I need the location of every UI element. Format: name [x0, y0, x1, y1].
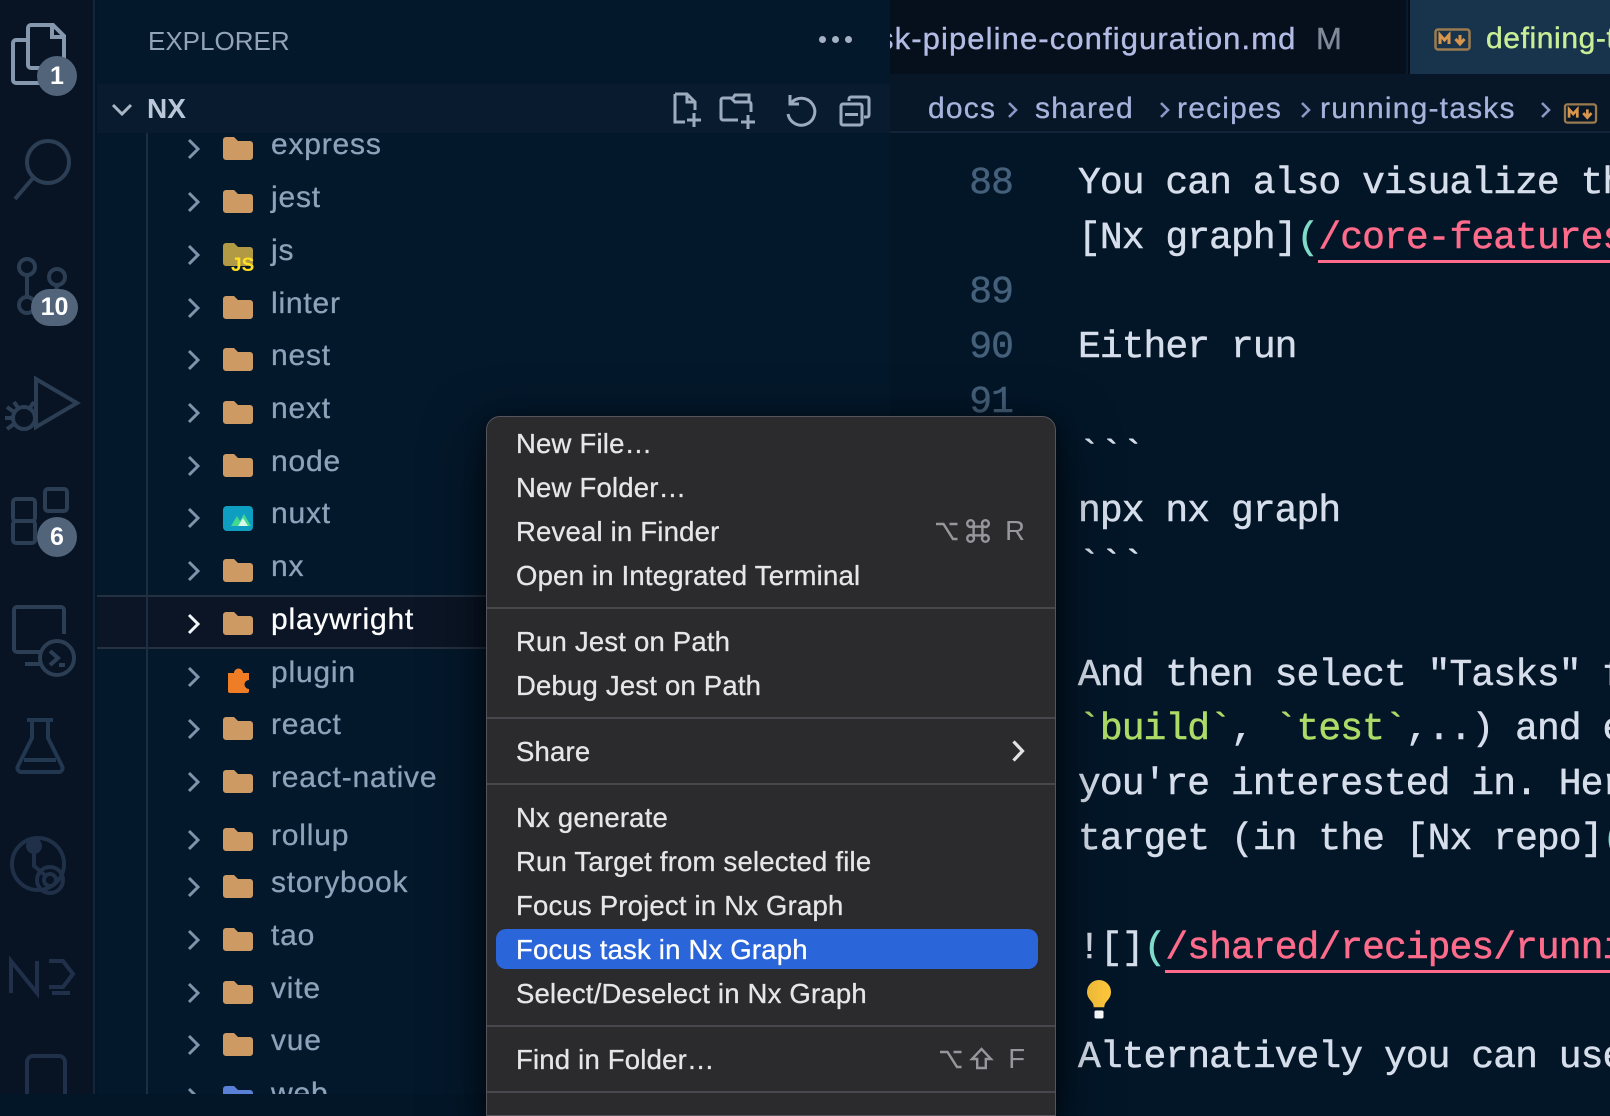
svg-text:JS: JS — [231, 255, 254, 271]
